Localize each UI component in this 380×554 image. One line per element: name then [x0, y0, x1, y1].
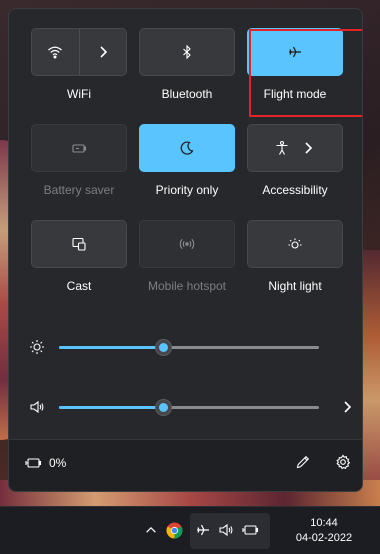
volume-slider-thumb[interactable]: [155, 399, 172, 416]
mobile-hotspot-tile[interactable]: [139, 220, 235, 268]
accessibility-label: Accessibility: [262, 183, 328, 197]
wifi-label: WiFi: [67, 87, 91, 101]
brightness-icon: [30, 340, 44, 354]
speaker-icon[interactable]: [29, 399, 45, 415]
clock-date: 04-02-2022: [295, 532, 353, 544]
priority-only-label: Priority only: [155, 183, 219, 197]
gear-icon[interactable]: [335, 454, 351, 470]
chevron-right-icon: [100, 46, 107, 58]
wifi-icon: [48, 46, 63, 59]
pencil-icon[interactable]: [295, 454, 311, 470]
brightness-slider[interactable]: [59, 339, 319, 356]
brightness-slider-thumb[interactable]: [155, 339, 172, 356]
airplane-icon: [194, 521, 212, 539]
brightness-slider-fill: [59, 346, 163, 349]
volume-slider[interactable]: [59, 399, 319, 416]
quick-settings-tiles-area: WiFi Bluetooth Flight mode Battery saver…: [9, 9, 362, 441]
cast-tile[interactable]: [31, 220, 127, 268]
night-light-label: Night light: [268, 279, 322, 293]
chevron-right-icon[interactable]: [339, 399, 355, 415]
sun-icon: [288, 238, 302, 249]
cast-label: Cast: [66, 279, 92, 293]
wifi-expand-button[interactable]: [80, 29, 127, 75]
bluetooth-icon: [183, 44, 191, 60]
wallpaper-right: [362, 250, 380, 500]
accessibility-icon: [276, 140, 288, 155]
taskbar-clock[interactable]: 10:44 04-02-2022: [272, 516, 376, 546]
speaker-icon: [217, 521, 235, 539]
battery-saver-label: Battery saver: [43, 183, 115, 197]
quick-settings-panel: WiFi Bluetooth Flight mode Battery saver…: [8, 8, 363, 492]
quick-settings-footer: 0%: [9, 439, 362, 491]
brightness-slider-row: [29, 335, 359, 359]
show-hidden-icons-button[interactable]: [142, 521, 160, 539]
battery-charging-icon: [242, 521, 260, 539]
moon-icon: [180, 141, 194, 155]
volume-slider-fill: [59, 406, 163, 409]
taskbar: 10:44 04-02-2022: [0, 506, 380, 554]
wifi-tile[interactable]: [31, 28, 127, 76]
battery-saver-icon: [72, 144, 87, 153]
battery-status[interactable]: 0%: [25, 456, 66, 470]
cast-icon: [72, 237, 86, 251]
bluetooth-label: Bluetooth: [161, 87, 213, 101]
hotspot-icon: [179, 238, 195, 250]
chrome-icon[interactable]: [165, 521, 183, 539]
volume-slider-row: [29, 395, 359, 419]
wifi-toggle[interactable]: [32, 29, 79, 75]
chevron-up-icon: [146, 526, 156, 533]
priority-only-tile[interactable]: [139, 124, 235, 172]
clock-time: 10:44: [310, 517, 338, 529]
accessibility-tile[interactable]: [247, 124, 343, 172]
battery-percent: 0%: [49, 456, 67, 470]
battery-saver-tile[interactable]: [31, 124, 127, 172]
chevron-right-icon[interactable]: [300, 140, 316, 156]
night-light-tile[interactable]: [247, 220, 343, 268]
flight-mode-highlight-box: [249, 29, 362, 117]
mobile-hotspot-label: Mobile hotspot: [147, 279, 227, 293]
battery-charging-icon: [25, 458, 42, 468]
bluetooth-tile[interactable]: [139, 28, 235, 76]
